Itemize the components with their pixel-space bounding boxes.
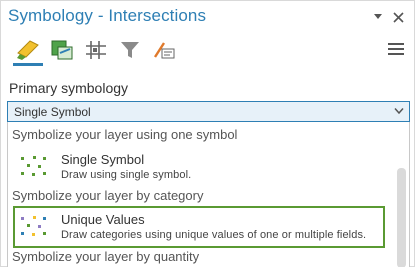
item-name: Single Symbol: [61, 152, 145, 167]
pane-options-button[interactable]: [370, 8, 386, 26]
unique-values-icon: [21, 216, 46, 236]
primary-symbology-dropdown[interactable]: Single Symbol: [7, 101, 410, 122]
single-symbol-icon: [21, 156, 46, 176]
chevron-down-icon: [394, 108, 404, 115]
pane-title-buttons: [370, 8, 406, 26]
tab-symbol-layer-drawing[interactable]: [79, 34, 113, 66]
label-classes-icon: [153, 42, 175, 59]
list-scrollbar[interactable]: [397, 168, 406, 267]
primary-symbology-icon: [17, 40, 39, 60]
filter-icon: [121, 42, 139, 58]
tab-vary-symbology[interactable]: [45, 34, 79, 66]
group-header: Symbolize your layer using one symbol: [12, 127, 238, 142]
tab-primary-symbology[interactable]: [11, 34, 45, 66]
chevron-down-icon: [374, 14, 382, 19]
list-item-unique-values[interactable]: Unique Values Draw categories using uniq…: [13, 206, 385, 248]
group-header: Symbolize your layer by category: [12, 188, 204, 203]
item-description: Draw categories using unique values of o…: [61, 229, 367, 241]
symbology-options-list: Symbolize your layer using one symbol Si…: [7, 122, 410, 267]
item-description: Draw using single symbol.: [61, 169, 192, 181]
symbology-pane: Symbology - Intersections Primary symbol…: [0, 0, 415, 267]
pane-close-button[interactable]: [390, 8, 406, 26]
group-header: Symbolize your layer by quantity: [12, 249, 200, 264]
menu-button[interactable]: [388, 42, 404, 56]
dropdown-selected-value: Single Symbol: [14, 104, 91, 119]
vary-symbology-icon: [51, 40, 73, 60]
hamburger-icon: [388, 43, 404, 55]
item-name: Unique Values: [61, 212, 145, 227]
symbology-tabs: [11, 34, 181, 66]
pane-title: Symbology - Intersections: [8, 6, 207, 25]
primary-symbology-label: Primary symbology: [9, 80, 129, 96]
list-item-single-symbol[interactable]: Single Symbol Draw using single symbol.: [13, 146, 385, 188]
tab-label-classes[interactable]: [147, 34, 181, 66]
tab-filter[interactable]: [113, 34, 147, 66]
symbol-layer-drawing-icon: [86, 41, 106, 59]
close-icon: [392, 11, 404, 23]
